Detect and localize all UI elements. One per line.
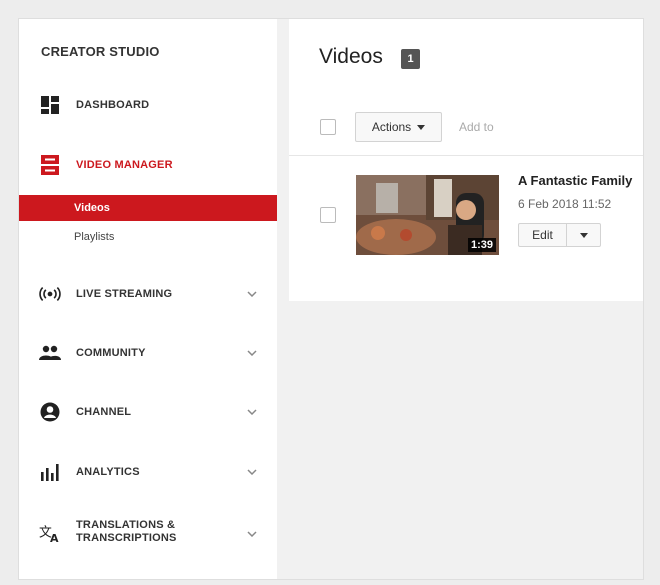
sub-item-label: Videos — [74, 202, 110, 214]
nav-label-video-manager: VIDEO MANAGER — [76, 158, 173, 171]
nav-label-channel: CHANNEL — [76, 405, 132, 418]
edit-button[interactable]: Edit — [519, 224, 566, 246]
nav-label-line-1: TRANSLATIONS & — [76, 519, 176, 531]
nav-label-community: COMMUNITY — [76, 346, 146, 359]
edit-menu-button[interactable] — [567, 224, 600, 246]
nav-item-channel[interactable]: CHANNEL — [19, 396, 277, 428]
video-manager-icon — [39, 154, 61, 176]
chevron-down-icon[interactable] — [245, 405, 259, 419]
add-to-button[interactable]: Add to — [459, 112, 494, 142]
edit-split-button: Edit — [518, 223, 601, 247]
nav-label-translations: TRANSLATIONS & TRANSCRIPTIONS — [76, 519, 177, 545]
caret-down-icon — [579, 232, 588, 238]
video-title[interactable]: A Fantastic Family — [518, 173, 632, 188]
actions-label: Actions — [371, 120, 412, 134]
nav-label-dashboard: DASHBOARD — [76, 98, 150, 111]
sidebar: CREATOR STUDIO DASHBOARD VIDEO MANAGER V… — [19, 19, 277, 579]
divider — [289, 155, 643, 156]
app-frame: CREATOR STUDIO DASHBOARD VIDEO MANAGER V… — [18, 18, 644, 580]
translate-icon: 文 A — [39, 523, 61, 545]
main-panel: Videos 1 Actions Add to 1:39 A Fantastic… — [289, 19, 643, 301]
chevron-down-icon[interactable] — [245, 465, 259, 479]
actions-dropdown-button[interactable]: Actions — [355, 112, 442, 142]
chevron-down-icon[interactable] — [245, 287, 259, 301]
select-all-checkbox[interactable] — [320, 119, 336, 135]
video-count-badge: 1 — [401, 49, 420, 69]
caret-down-icon — [417, 124, 426, 130]
chevron-down-icon[interactable] — [245, 346, 259, 360]
nav-item-video-manager[interactable]: VIDEO MANAGER — [19, 149, 277, 181]
sub-item-label: Playlists — [74, 231, 115, 243]
live-streaming-icon — [39, 283, 61, 305]
video-duration: 1:39 — [467, 238, 496, 252]
nav-label-analytics: ANALYTICS — [76, 465, 140, 478]
video-row-checkbox[interactable] — [320, 207, 336, 223]
nav-label-line-2: TRANSCRIPTIONS — [76, 532, 177, 544]
community-icon — [39, 342, 61, 364]
page-title: Videos — [319, 45, 383, 68]
sub-item-videos[interactable]: Videos — [19, 195, 277, 221]
brand-title: CREATOR STUDIO — [41, 44, 160, 59]
nav-item-live-streaming[interactable]: LIVE STREAMING — [19, 278, 277, 310]
nav-item-translations[interactable]: 文 A TRANSLATIONS & TRANSCRIPTIONS — [19, 517, 277, 551]
nav-item-community[interactable]: COMMUNITY — [19, 337, 277, 369]
sub-item-playlists[interactable]: Playlists — [19, 224, 277, 250]
analytics-icon — [39, 461, 61, 483]
chevron-down-icon[interactable] — [245, 527, 259, 541]
video-thumbnail[interactable]: 1:39 — [356, 175, 499, 255]
nav-item-analytics[interactable]: ANALYTICS — [19, 456, 277, 488]
nav-label-live-streaming: LIVE STREAMING — [76, 287, 173, 300]
video-date: 6 Feb 2018 11:52 — [518, 197, 612, 211]
nav-item-dashboard[interactable]: DASHBOARD — [19, 89, 277, 121]
svg-text:A: A — [50, 532, 59, 544]
channel-icon — [39, 401, 61, 423]
dashboard-icon — [39, 94, 61, 116]
